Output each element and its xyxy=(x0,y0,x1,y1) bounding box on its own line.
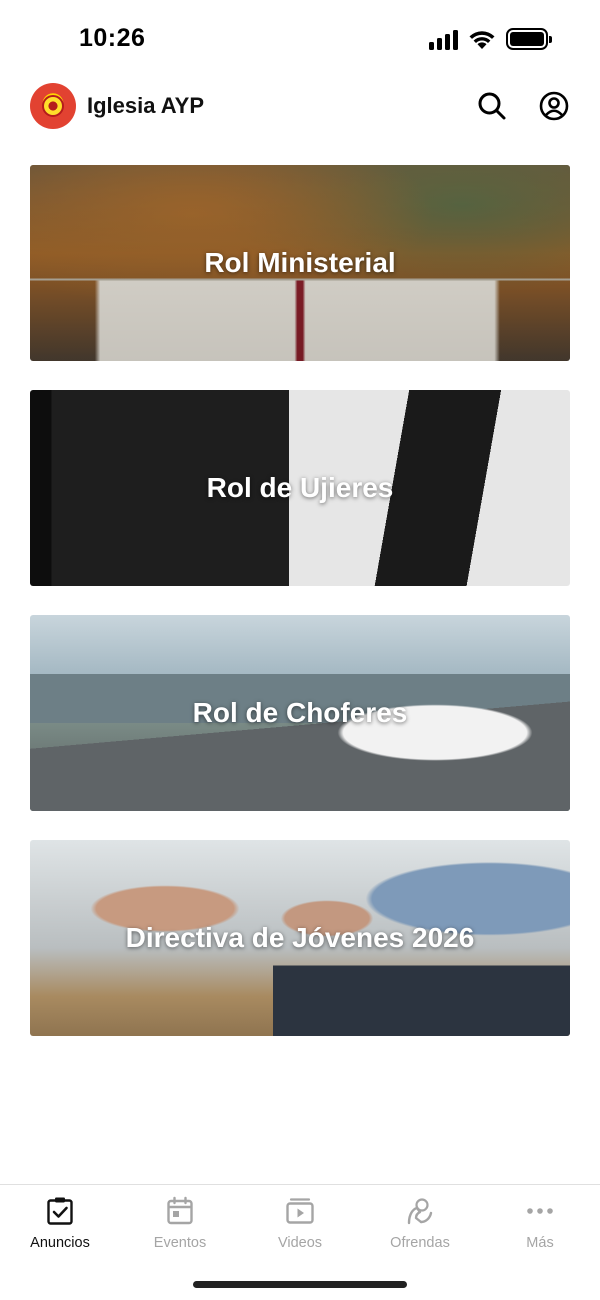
tab-label: Eventos xyxy=(153,1235,207,1251)
card-directiva-jovenes[interactable]: Directiva de Jóvenes 2026 xyxy=(30,840,570,1036)
tab-eventos[interactable]: Eventos xyxy=(120,1185,240,1251)
wifi-icon xyxy=(469,31,495,49)
account-icon xyxy=(539,91,569,121)
battery-icon xyxy=(506,28,552,50)
search-button[interactable] xyxy=(476,90,508,122)
app-title: Iglesia AYP xyxy=(87,93,204,118)
tab-label: Ofrendas xyxy=(390,1235,450,1251)
church-logo[interactable] xyxy=(30,83,76,129)
status-icons xyxy=(429,28,552,50)
status-time: 10:26 xyxy=(79,24,146,52)
more-dots-icon xyxy=(527,1208,553,1214)
status-bar: 10:26 xyxy=(0,0,600,80)
tab-ofrendas[interactable]: Ofrendas xyxy=(360,1185,480,1251)
card-rol-ujieres[interactable]: Rol de Ujieres xyxy=(30,390,570,586)
announcement-list: Rol Ministerial Rol de Ujieres Rol de Ch… xyxy=(30,165,570,1065)
offering-hand-icon xyxy=(407,1198,433,1225)
clipboard-check-icon xyxy=(47,1197,73,1225)
home-indicator[interactable] xyxy=(193,1281,407,1288)
tab-anuncios[interactable]: Anuncios xyxy=(0,1185,120,1251)
search-icon xyxy=(478,92,506,120)
tab-mas[interactable]: Más xyxy=(480,1185,600,1251)
account-button[interactable] xyxy=(538,90,570,122)
card-title: Directiva de Jóvenes 2026 xyxy=(125,922,475,953)
calendar-icon xyxy=(167,1196,193,1225)
video-play-icon xyxy=(286,1198,314,1224)
card-title: Rol de Ujieres xyxy=(206,472,394,503)
card-title: Rol de Choferes xyxy=(192,697,408,728)
card-title: Rol Ministerial xyxy=(204,247,396,278)
card-rol-ministerial[interactable]: Rol Ministerial xyxy=(30,165,570,361)
tab-label: Anuncios xyxy=(30,1235,90,1251)
tab-label: Más xyxy=(526,1235,554,1251)
signal-icon xyxy=(429,28,458,50)
card-rol-choferes[interactable]: Rol de Choferes xyxy=(30,615,570,811)
app-header: Iglesia AYP xyxy=(30,83,570,129)
tab-label: Videos xyxy=(277,1235,323,1251)
tab-videos[interactable]: Videos xyxy=(240,1185,360,1251)
